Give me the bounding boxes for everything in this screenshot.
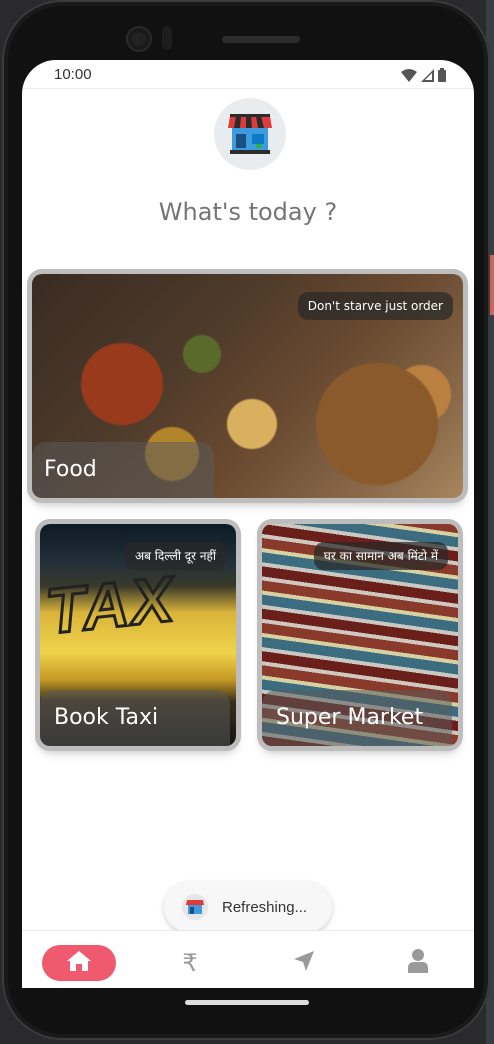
bottom-navigation: ₹ [22,930,474,988]
home-icon [66,950,92,976]
status-bar: 10:00 [22,60,474,88]
battery-icon [438,68,446,82]
navigation-arrow-icon [293,950,315,976]
storefront-icon [214,98,286,170]
refresh-toast: Refreshing... [164,882,332,932]
nav-navigation[interactable] [286,945,322,981]
status-icons [401,68,446,82]
app-logo-icon [182,894,208,920]
taxi-title: Book Taxi [40,690,230,746]
food-tagline: Don't starve just order [297,292,453,320]
taxi-sign-graphic: TAX [41,561,180,649]
super-market-card[interactable]: घर का सामान अब मिंटो में Super Market [262,524,458,746]
nav-home[interactable] [42,945,116,981]
earpiece-speaker [222,36,300,43]
nav-payments[interactable]: ₹ [172,945,208,981]
food-card[interactable]: Don't starve just order Food [32,274,463,498]
page-title: What's today ? [158,198,338,226]
status-divider [22,88,474,89]
rupee-icon: ₹ [182,949,198,977]
cellular-signal-icon [421,68,434,82]
home-indicator[interactable] [185,1000,309,1005]
phone-frame: 10:00 What's today ? Don't starve just o… [2,0,490,1040]
book-taxi-card[interactable]: TAX अब दिल्ली दूर नहीं Book Taxi [40,524,236,746]
proximity-sensor [162,26,172,50]
profile-icon [408,949,428,977]
app-screen: 10:00 What's today ? Don't starve just o… [22,60,474,988]
wifi-icon [401,68,417,82]
front-camera [128,28,150,50]
market-title: Super Market [262,690,452,746]
food-title: Food [32,442,214,498]
status-time: 10:00 [54,66,92,83]
toast-message: Refreshing... [222,898,308,916]
market-tagline: घर का सामान अब मिंटो में [313,542,448,570]
taxi-tagline: अब दिल्ली दूर नहीं [124,542,226,570]
nav-profile[interactable] [400,945,436,981]
